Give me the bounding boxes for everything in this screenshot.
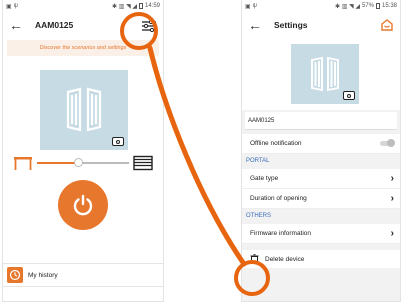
page-title: AAM0125 xyxy=(35,20,74,30)
delete-device-row[interactable]: Delete device xyxy=(242,250,400,268)
signal-icons: ✱ ▥ ◥ ◢ xyxy=(335,3,360,10)
status-time: 15:38 xyxy=(381,3,397,9)
gate-type-label: Gate type xyxy=(250,175,279,182)
callout-circle-delete xyxy=(234,260,270,296)
device-name-value: AAM0125 xyxy=(248,117,275,124)
home-logo-icon[interactable] xyxy=(380,18,394,32)
settings-content: AAM0125 Offline notification PORTAL Gate… xyxy=(242,38,400,268)
offline-notification-label: Offline notification xyxy=(250,140,302,147)
history-label: My history xyxy=(28,271,58,279)
gate-image xyxy=(291,44,359,104)
camera-icon[interactable] xyxy=(343,91,355,100)
chevron-right-icon: › xyxy=(390,173,394,184)
back-arrow-icon[interactable]: ← xyxy=(9,18,23,32)
notification-icon: ψ xyxy=(13,2,18,9)
battery-icon xyxy=(138,3,143,9)
slider-fill xyxy=(37,162,79,164)
gate-closed-icon xyxy=(133,155,153,171)
app-header: ← Settings xyxy=(242,12,400,38)
firmware-row[interactable]: Firmware information › xyxy=(242,224,400,244)
history-row[interactable]: My history xyxy=(3,263,163,287)
signal-icons: ✱ ▥ ◥ ◢ xyxy=(112,3,137,10)
section-portal: PORTAL xyxy=(246,158,270,164)
gate-image xyxy=(40,70,128,150)
discover-banner-text: Discover the scenarios and settings xyxy=(39,45,127,51)
offline-notification-toggle[interactable] xyxy=(380,139,395,147)
status-bar: ▣ ψ ✱ ▥ ◥ ◢ 57% 15:38 xyxy=(242,0,400,12)
section-others: OTHERS xyxy=(246,213,272,219)
history-clock-icon xyxy=(7,267,23,283)
battery-percent: 57% xyxy=(361,3,374,9)
status-bar: ▣ ψ ✱ ▥ ◥ ◢ 14:59 xyxy=(3,0,163,12)
page-title: Settings xyxy=(274,20,308,30)
notification-icon: ψ xyxy=(252,2,257,9)
gate-position-slider[interactable] xyxy=(13,155,153,171)
slider-knob[interactable] xyxy=(74,158,84,167)
status-time: 14:59 xyxy=(144,3,160,9)
gate-open-icon xyxy=(14,157,32,170)
chevron-right-icon: › xyxy=(390,228,394,239)
delete-device-label: Delete device xyxy=(265,255,305,263)
back-arrow-icon[interactable]: ← xyxy=(248,18,262,32)
settings-screen: ▣ ψ ✱ ▥ ◥ ◢ 57% 15:38 ← Settings AAM0125… xyxy=(241,0,401,302)
chevron-right-icon: › xyxy=(390,193,394,204)
notification-icon: ▣ xyxy=(6,3,12,10)
gate-image-panel xyxy=(242,38,400,110)
camera-icon[interactable] xyxy=(112,137,124,146)
duration-row[interactable]: Duration of opening › xyxy=(242,189,400,209)
firmware-label: Firmware information xyxy=(250,230,312,237)
duration-label: Duration of opening xyxy=(250,195,307,202)
callout-circle-settings xyxy=(120,12,158,50)
offline-notification-row[interactable]: Offline notification xyxy=(242,134,400,154)
battery-icon xyxy=(375,3,380,9)
device-name-field[interactable]: AAM0125 xyxy=(245,112,397,130)
power-button[interactable] xyxy=(58,180,108,230)
power-icon xyxy=(73,194,93,216)
gate-type-row[interactable]: Gate type › xyxy=(242,169,400,189)
notification-icon: ▣ xyxy=(245,3,251,10)
